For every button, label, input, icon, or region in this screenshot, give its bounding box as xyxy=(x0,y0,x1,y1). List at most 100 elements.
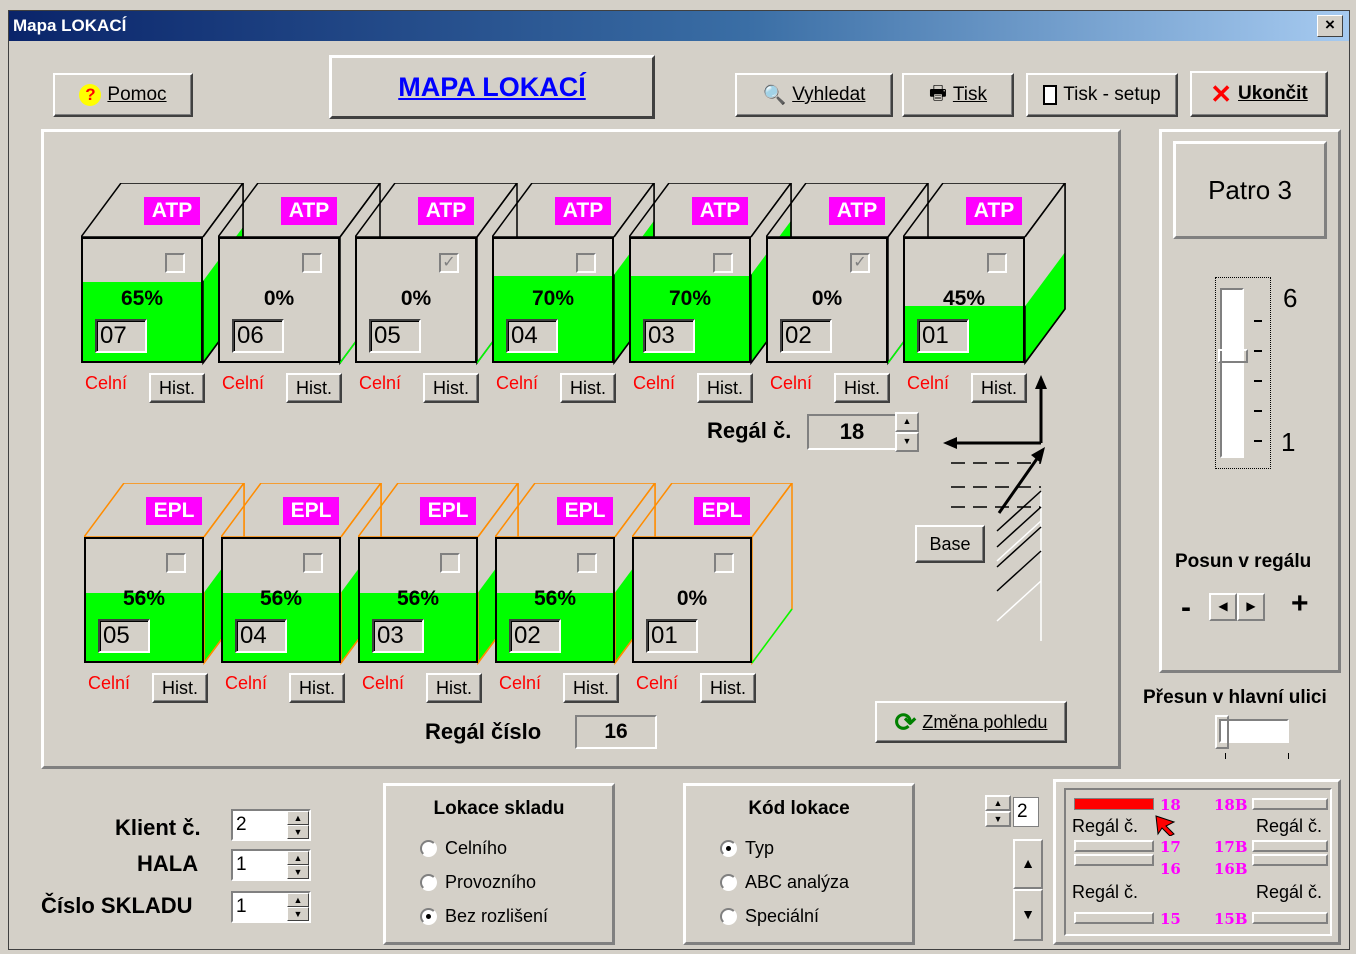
bottom_rack-cell-front: 56% 05 xyxy=(84,537,204,663)
client-spinner[interactable]: 2 ▲ ▼ xyxy=(231,809,311,841)
cell-checkbox[interactable] xyxy=(303,553,323,573)
small-down-button[interactable]: ▼ xyxy=(985,811,1011,827)
top_rack-hist-button[interactable]: Hist. xyxy=(834,373,890,403)
top_rack-celni-link[interactable]: Celní xyxy=(633,373,675,394)
top_rack-type-tag: ATP xyxy=(281,197,337,225)
bottom_rack-cell-front: 56% 04 xyxy=(221,537,341,663)
warehouse-spinner[interactable]: 1 ▲ ▼ xyxy=(231,891,311,923)
cell-checkbox[interactable] xyxy=(713,253,733,273)
bottom_rack-hist-button[interactable]: Hist. xyxy=(700,673,756,703)
location_group-option-2[interactable]: Bez rozlišení xyxy=(420,906,548,927)
regal-17-bar[interactable] xyxy=(1074,840,1154,852)
print-button[interactable]: 🖶 Tisk xyxy=(902,73,1014,117)
top_rack-hist-button[interactable]: Hist. xyxy=(149,373,205,403)
top_rack-type-tag: ATP xyxy=(418,197,474,225)
small-up-button[interactable]: ▲ xyxy=(985,795,1011,811)
cell-checkbox[interactable] xyxy=(987,253,1007,273)
radio-button[interactable] xyxy=(720,908,737,925)
bottom_rack-cell-front: 0% 01 xyxy=(632,537,752,663)
bottom_rack-cell-01[interactable]: EPL 0% 01 xyxy=(632,483,796,667)
exit-button[interactable]: ✕ Ukončit xyxy=(1190,71,1328,117)
bottom_rack-cell-front: 56% 03 xyxy=(358,537,478,663)
cell-checkbox[interactable] xyxy=(440,553,460,573)
change-view-button[interactable]: ⟳ Změna pohledu xyxy=(875,701,1067,743)
location_group-option-1[interactable]: Provozního xyxy=(420,872,536,893)
hall-up-button[interactable]: ▲ xyxy=(287,851,309,865)
regal-15-bar[interactable] xyxy=(1074,912,1154,924)
cell-checkbox[interactable]: ✓ xyxy=(439,253,459,273)
cell-number: 06 xyxy=(232,319,284,353)
close-button[interactable]: × xyxy=(1317,15,1343,37)
printer-icon: 🖶 xyxy=(928,83,947,104)
regal-down-button[interactable]: ▼ xyxy=(895,432,919,452)
regal-15b-bar[interactable] xyxy=(1252,912,1328,924)
bottom_rack-hist-button[interactable]: Hist. xyxy=(563,673,619,703)
regal-17b-bar[interactable] xyxy=(1252,840,1328,852)
rack-right-button[interactable]: ▶ xyxy=(1237,593,1265,621)
top_rack-celni-link[interactable]: Celní xyxy=(496,373,538,394)
help-button[interactable]: ? Pomoc xyxy=(53,73,193,117)
top_rack-cell-01[interactable]: ATP 45% 01 xyxy=(903,183,1069,367)
client-down-button[interactable]: ▼ xyxy=(287,825,309,839)
small-spin-value[interactable]: 2 xyxy=(1013,797,1039,827)
cell-checkbox[interactable]: ✓ xyxy=(850,253,870,273)
bottom_rack-celni-link[interactable]: Celní xyxy=(362,673,404,694)
regal-up-button[interactable]: ▲ xyxy=(895,412,919,432)
cell-number: 05 xyxy=(98,619,150,653)
top_rack-cell-front: 45% 01 xyxy=(903,237,1025,363)
minimap-num-18b: 18B xyxy=(1214,796,1248,814)
cell-checkbox[interactable] xyxy=(166,553,186,573)
regal-16-bar[interactable] xyxy=(1074,854,1154,866)
radio-button[interactable] xyxy=(420,908,437,925)
cell-checkbox[interactable] xyxy=(714,553,734,573)
bottom_rack-hist-button[interactable]: Hist. xyxy=(289,673,345,703)
bottom_rack-celni-link[interactable]: Celní xyxy=(225,673,267,694)
top_rack-celni-link[interactable]: Celní xyxy=(222,373,264,394)
radio-button[interactable] xyxy=(720,840,737,857)
top_rack-celni-link[interactable]: Celní xyxy=(359,373,401,394)
radio-button[interactable] xyxy=(720,874,737,891)
regal-16b-bar[interactable] xyxy=(1252,854,1328,866)
radio-button[interactable] xyxy=(420,874,437,891)
cell-number: 02 xyxy=(509,619,561,653)
regal-18b-bar[interactable] xyxy=(1252,798,1328,810)
base-button[interactable]: Base xyxy=(915,525,985,563)
cell-checkbox[interactable] xyxy=(165,253,185,273)
window-title: Mapa LOKACÍ xyxy=(13,16,127,35)
rack-left-button[interactable]: ◀ xyxy=(1209,593,1237,621)
location_group-option-0[interactable]: Celního xyxy=(420,838,507,859)
print-setup-button[interactable]: Tisk - setup xyxy=(1026,73,1178,117)
code_group-option-0[interactable]: Typ xyxy=(720,838,774,859)
top_rack-celni-link[interactable]: Celní xyxy=(85,373,127,394)
bottom_rack-celni-link[interactable]: Celní xyxy=(499,673,541,694)
scroll-up-button[interactable]: ▲ xyxy=(1013,839,1043,889)
street-slider-thumb[interactable] xyxy=(1215,715,1229,749)
floor-slider-thumb[interactable] xyxy=(1218,349,1248,363)
bottom_rack-hist-button[interactable]: Hist. xyxy=(152,673,208,703)
regal-18-bar[interactable] xyxy=(1074,798,1154,810)
search-button[interactable]: 🔍 Vyhledat xyxy=(735,73,893,117)
floor-slider-track xyxy=(1220,288,1244,458)
code_group-option-2[interactable]: Speciální xyxy=(720,906,819,927)
code_group-option-1[interactable]: ABC analýza xyxy=(720,872,849,893)
top_rack-celni-link[interactable]: Celní xyxy=(770,373,812,394)
cell-checkbox[interactable] xyxy=(577,553,597,573)
cell-checkbox[interactable] xyxy=(576,253,596,273)
top_rack-hist-button[interactable]: Hist. xyxy=(286,373,342,403)
top_rack-hist-button[interactable]: Hist. xyxy=(560,373,616,403)
cell-checkbox[interactable] xyxy=(302,253,322,273)
client-up-button[interactable]: ▲ xyxy=(287,811,309,825)
warehouse-down-button[interactable]: ▼ xyxy=(287,907,309,921)
top_rack-hist-button[interactable]: Hist. xyxy=(697,373,753,403)
hall-spinner[interactable]: 1 ▲ ▼ xyxy=(231,849,311,881)
bottom_rack-celni-link[interactable]: Celní xyxy=(88,673,130,694)
radio-button[interactable] xyxy=(420,840,437,857)
scroll-down-button[interactable]: ▼ xyxy=(1013,889,1043,941)
floor-ticks xyxy=(1254,292,1262,458)
hall-down-button[interactable]: ▼ xyxy=(287,865,309,879)
warehouse-up-button[interactable]: ▲ xyxy=(287,893,309,907)
bottom_rack-celni-link[interactable]: Celní xyxy=(636,673,678,694)
page-icon xyxy=(1043,85,1058,105)
top_rack-hist-button[interactable]: Hist. xyxy=(423,373,479,403)
bottom_rack-hist-button[interactable]: Hist. xyxy=(426,673,482,703)
